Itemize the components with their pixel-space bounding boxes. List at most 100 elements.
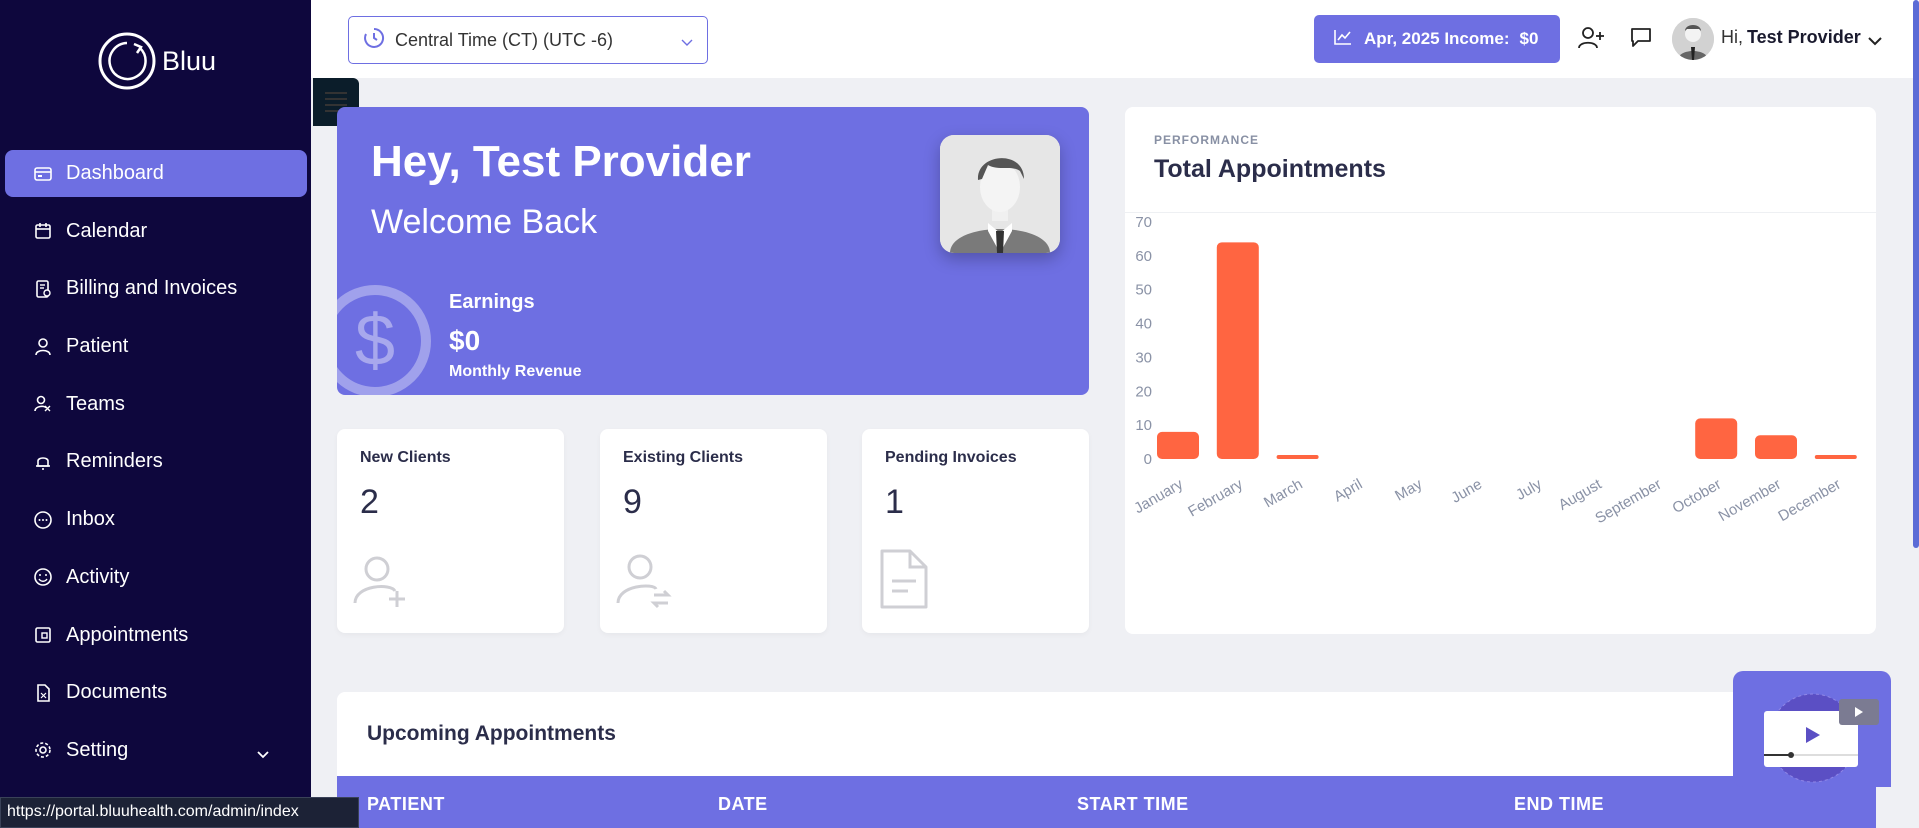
add-user-icon[interactable] [1578,26,1604,54]
x-tick-label: May [1392,475,1425,504]
bar-february[interactable] [1216,242,1259,459]
earnings-sub: Monthly Revenue [449,363,582,380]
file-icon [876,547,934,615]
appointment-icon [32,624,54,646]
stat-value: 9 [623,483,642,521]
message-icon[interactable] [1630,26,1652,52]
timezone-value: Central Time (CT) (UTC -6) [395,29,614,50]
chevron-down-icon [257,742,269,765]
user-name[interactable]: Test Provider [1747,27,1861,48]
user-swap-icon [614,547,672,615]
bar-november[interactable] [1755,435,1797,459]
sidebar-item-patient[interactable]: Patient [5,323,307,370]
section-title: Upcoming Appointments [367,722,616,745]
sidebar-item-calendar[interactable]: Calendar [5,208,307,255]
sidebar-item-label: Appointments [66,623,189,646]
y-tick-label: 30 [1135,349,1152,366]
income-button[interactable]: Apr, 2025 Income: $0 [1314,15,1560,63]
add-user-icon [351,547,409,615]
sidebar-item-label: Calendar [66,219,148,242]
menu-icon [325,92,347,94]
chart-eyebrow: PERFORMANCE [1154,133,1260,147]
column-header-start-time[interactable]: START TIME [1077,794,1189,815]
sidebar-item-label: Teams [66,392,125,415]
sidebar-item-inbox[interactable]: Inbox [5,496,307,543]
sidebar-item-label: Inbox [66,508,115,531]
sidebar-item-label: Activity [66,565,130,588]
sidebar-item-label: Billing and Invoices [66,277,238,300]
sidebar-nav: Dashboard Calendar Billing and Invoices … [5,150,307,785]
sidebar-item-reminders[interactable]: Reminders [5,438,307,485]
logo-icon [98,32,156,90]
bell-icon [32,451,54,473]
welcome-subtitle: Welcome Back [371,203,598,241]
sidebar-item-documents[interactable]: Documents [5,669,307,716]
sidebar-item-label: Dashboard [66,162,164,184]
avatar[interactable] [1672,18,1714,60]
sidebar-item-teams[interactable]: Teams [5,381,307,428]
sidebar-item-label: Setting [66,738,129,761]
y-tick-label: 0 [1144,451,1152,468]
chat-icon [32,509,54,531]
team-icon [32,393,54,415]
x-tick-label: August [1556,475,1606,513]
y-tick-label: 70 [1135,214,1152,231]
sidebar-item-billing[interactable]: Billing and Invoices [5,265,307,312]
document-icon [32,682,54,704]
y-tick-label: 10 [1135,417,1152,434]
bar-october[interactable] [1695,418,1738,459]
sidebar-item-label: Patient [66,335,129,358]
sidebar-item-label: Documents [66,681,168,704]
chevron-down-icon[interactable] [1868,31,1882,50]
page-scrollbar[interactable] [1913,0,1919,548]
sidebar-item-label: Reminders [66,450,163,473]
bar-january[interactable] [1157,431,1199,459]
stat-label: Pending Invoices [885,449,1017,466]
video-tutorial-widget[interactable] [1733,671,1891,787]
earnings-value: $0 [449,325,481,356]
user-icon [32,336,54,358]
x-tick-label: April [1331,476,1365,506]
sidebar-item-activity[interactable]: Activity [5,554,307,601]
stat-card-existing-clients[interactable]: Existing Clients 9 [600,429,827,633]
sidebar-item-setting[interactable]: Setting [5,727,307,774]
x-tick-label: June [1448,476,1485,507]
chevron-down-icon [681,31,693,52]
column-header-end-time[interactable]: END TIME [1514,794,1604,815]
activity-icon [32,566,54,588]
gear-icon [32,739,54,761]
bar-march[interactable] [1276,455,1319,459]
greeting: Hi, [1721,27,1743,47]
earnings-label: Earnings [449,291,535,313]
y-tick-label: 40 [1135,316,1152,333]
dollar-icon: $ [337,285,431,395]
stat-value: 1 [885,483,904,521]
x-tick-label: September [1592,476,1664,527]
column-header-patient[interactable]: PATIENT [367,794,445,815]
dashboard-icon [32,163,54,185]
invoice-icon [32,278,54,300]
status-url: https://portal.bluuhealth.com/admin/inde… [0,797,359,828]
column-header-date[interactable]: DATE [718,794,768,815]
sidebar-item-dashboard[interactable]: Dashboard [5,150,307,197]
sidebar-item-appointments[interactable]: Appointments [5,612,307,659]
upcoming-appointments-card: Upcoming Appointments PATIENT DATE START… [337,692,1876,828]
timezone-select[interactable]: Central Time (CT) (UTC -6) [348,16,708,64]
chart-line-icon [1334,29,1352,50]
income-label: Apr, 2025 Income: [1364,29,1510,48]
total-appointments-chart-card: PERFORMANCE Total Appointments 0 10 20 30 40… [1125,107,1876,634]
x-tick-label: March [1261,476,1306,512]
bar-december[interactable] [1814,455,1857,459]
provider-portrait [940,135,1060,253]
app-logo[interactable]: Bluu [96,30,216,92]
stat-card-new-clients[interactable]: New Clients 2 [337,429,564,633]
clock-icon [363,27,385,54]
x-tick-label: July [1513,475,1545,503]
welcome-card: Hey, Test Provider Welcome Back $ Earnin… [337,107,1089,395]
x-tick-label: December [1775,476,1843,525]
stat-card-pending-invoices[interactable]: Pending Invoices 1 [862,429,1089,633]
x-tick-label: January [1131,475,1186,517]
welcome-title: Hey, Test Provider [371,137,751,186]
x-tick-label: February [1185,475,1246,520]
app-name: Bluu [162,45,217,76]
